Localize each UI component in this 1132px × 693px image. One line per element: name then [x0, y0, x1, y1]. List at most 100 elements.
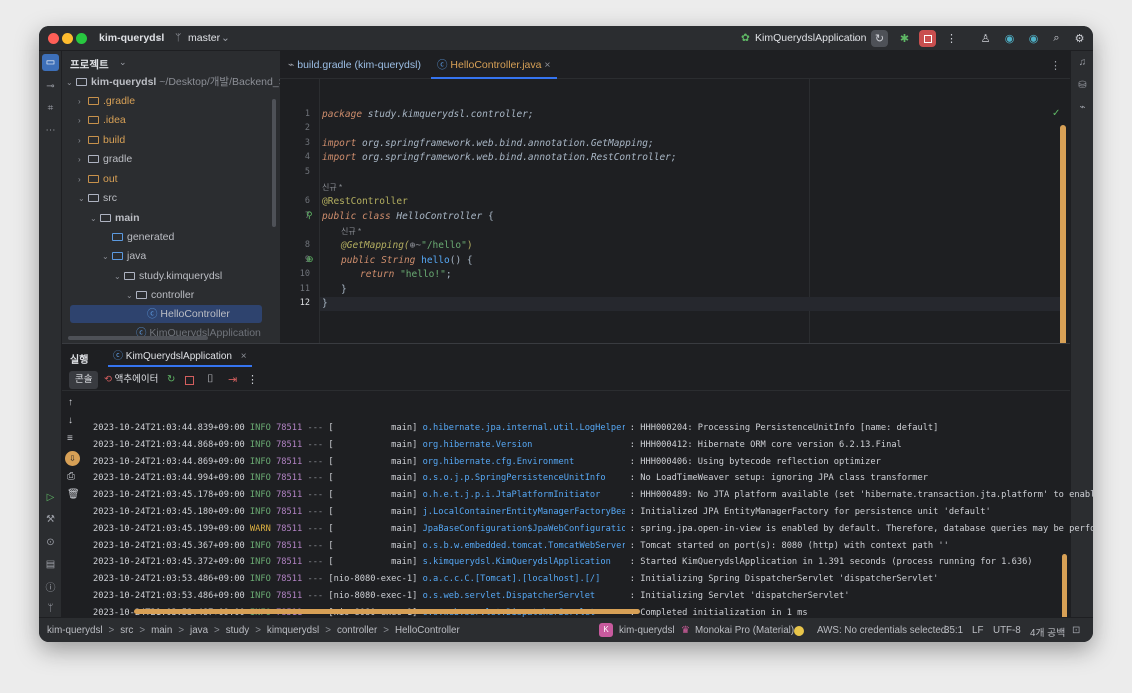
terminal-tool-icon[interactable]: ▤ — [43, 557, 58, 572]
log-line[interactable]: 2023-10-24T21:03:45.367+09:00 INFO 78511… — [93, 541, 949, 551]
breadcrumb-item[interactable]: kimquerydsl — [267, 625, 319, 636]
build-tool-icon[interactable]: ⚒ — [43, 512, 58, 527]
editor-scrollbar[interactable] — [1060, 125, 1066, 355]
services-tool-icon[interactable]: ⊙ — [43, 535, 58, 550]
tree-item-out[interactable]: › out — [78, 170, 118, 188]
close-tab-icon[interactable]: × — [544, 59, 550, 71]
breadcrumb-item[interactable]: HelloController — [395, 625, 460, 636]
tab-actuator[interactable]: ⟲ 액추에이터 — [104, 371, 158, 389]
camera-icon[interactable]: ⌷ — [207, 373, 214, 386]
close-tab-icon[interactable]: × — [241, 351, 247, 362]
more-tools-icon[interactable]: ⋯ — [43, 123, 58, 138]
notifications-icon[interactable]: ♫ — [1075, 55, 1090, 70]
chevron-down-icon[interactable]: ⌄ — [119, 57, 127, 68]
tree-item-src[interactable]: ⌄ src — [78, 189, 117, 207]
tab-hellocontroller[interactable]: ⓒ HelloController.java × — [431, 51, 557, 79]
breadcrumb-item[interactable]: kim-querydsl — [47, 625, 103, 636]
status-project[interactable]: kim-querydsl — [619, 625, 675, 636]
run-tool-icon[interactable]: ▷ — [43, 490, 58, 505]
rerun-icon[interactable]: ↻ — [167, 374, 175, 385]
maximize-window-button[interactable] — [76, 33, 87, 44]
more-icon[interactable]: ⋮ — [247, 373, 258, 386]
project-hscrollbar[interactable] — [68, 336, 208, 340]
log-line[interactable]: 2023-10-24T21:03:44.869+09:00 INFO 78511… — [93, 457, 881, 467]
endpoint-icon[interactable]: ⊕ — [306, 254, 314, 265]
code-line-11[interactable]: } — [341, 284, 347, 295]
print-icon[interactable]: ⎙ — [67, 471, 75, 482]
log-line[interactable]: 2023-10-24T21:03:44.994+09:00 INFO 78511… — [93, 473, 928, 483]
log-line[interactable]: 2023-10-24T21:03:45.199+09:00 WARN 78511… — [93, 524, 1093, 534]
scroll-up-icon[interactable]: ↑ — [68, 397, 73, 408]
rerun-icon[interactable]: ↻ — [871, 30, 888, 47]
log-line[interactable]: 2023-10-24T21:03:53.486+09:00 INFO 78511… — [93, 591, 849, 601]
tree-item-package[interactable]: ⌄ study.kimquerydsl — [114, 267, 222, 285]
log-line[interactable]: 2023-10-24T21:03:53.486+09:00 INFO 78511… — [93, 574, 938, 584]
code-line-8[interactable]: @GetMapping(⊕~"/hello") — [341, 240, 473, 251]
status-indent[interactable]: 4개 공백 — [1030, 625, 1065, 639]
trash-icon[interactable]: 🗑 — [67, 489, 80, 500]
log-line[interactable]: 2023-10-24T21:03:45.178+09:00 INFO 78511… — [93, 490, 1093, 500]
code-line-9[interactable]: public String hello() { — [341, 255, 473, 266]
tab-run-config[interactable]: ⓒ KimQuerydslApplication × — [108, 347, 252, 367]
bean-icon[interactable]: ⚲ — [306, 210, 313, 221]
code-line-7[interactable]: public class HelloController { — [322, 211, 494, 222]
code-line-1[interactable]: package study.kimquerydsl.controller; — [322, 109, 534, 120]
user-icon[interactable]: ♙ — [977, 30, 994, 47]
ai-assistant-icon[interactable]: ◉ — [1025, 30, 1042, 47]
inlay-hint[interactable]: 신규 * — [322, 182, 342, 193]
stop-icon[interactable] — [185, 376, 194, 385]
console-hscrollbar[interactable] — [134, 609, 640, 614]
tree-item-idea[interactable]: › .idea — [78, 111, 126, 129]
tree-item-root[interactable]: ⌄ kim-querydsl ~/Desktop/개발/Backend_Sp — [66, 73, 280, 91]
status-line-separator[interactable]: LF — [972, 625, 983, 636]
log-line[interactable]: 2023-10-24T21:03:45.372+09:00 INFO 78511… — [93, 557, 1033, 567]
commit-tool-icon[interactable]: ⊸ — [43, 79, 58, 94]
inlay-hint[interactable]: 신규 * — [341, 226, 361, 237]
status-encoding[interactable]: UTF-8 — [993, 625, 1021, 636]
minimize-window-button[interactable] — [62, 33, 73, 44]
lock-icon[interactable]: ⊡ — [1072, 625, 1080, 636]
run-config-selector[interactable]: KimQuerydslApplication — [755, 32, 866, 44]
more-icon[interactable]: ⋮ — [943, 30, 960, 47]
tree-item-hellocontroller[interactable]: ⓒ HelloController — [70, 305, 262, 323]
tree-item-generated[interactable]: generated — [112, 228, 174, 246]
code-line-4[interactable]: import org.springframework.web.bind.anno… — [322, 152, 677, 163]
code-line-6[interactable]: @RestController — [322, 196, 408, 207]
close-window-button[interactable] — [48, 33, 59, 44]
search-icon[interactable]: ⌕ — [1048, 30, 1065, 47]
gear-icon[interactable]: ⚙ — [1071, 30, 1088, 47]
log-line[interactable]: 2023-10-24T21:03:45.180+09:00 INFO 78511… — [93, 507, 991, 517]
plugin-icon[interactable]: ◉ — [1001, 30, 1018, 47]
log-line[interactable]: 2023-10-24T21:03:44.868+09:00 INFO 78511… — [93, 440, 902, 450]
git-tool-icon[interactable]: ᛘ — [43, 601, 58, 616]
more-icon[interactable]: ⋮ — [1050, 59, 1061, 72]
tree-item-main[interactable]: ⌄ main — [90, 209, 140, 227]
breadcrumb-item[interactable]: src — [120, 625, 133, 636]
tab-console[interactable]: 콘솔 — [69, 371, 99, 389]
breadcrumb-item[interactable]: main — [151, 625, 172, 636]
scroll-down-icon[interactable]: ↓ — [68, 415, 73, 426]
stop-icon[interactable] — [919, 30, 936, 47]
status-aws[interactable]: AWS: No credentials selected — [817, 625, 946, 636]
soft-wrap-icon[interactable]: ≡ — [67, 433, 73, 444]
breadcrumb-item[interactable]: study — [226, 625, 249, 636]
tab-build-gradle[interactable]: ⌁ build.gradle (kim-querydsl) — [282, 51, 427, 79]
structure-tool-icon[interactable]: ⌗ — [43, 101, 58, 116]
log-line[interactable]: 2023-10-24T21:03:44.839+09:00 INFO 78511… — [93, 423, 938, 433]
code-line-3[interactable]: import org.springframework.web.bind.anno… — [322, 138, 654, 149]
breadcrumb-item[interactable]: controller — [337, 625, 377, 636]
project-scrollbar[interactable] — [272, 99, 276, 227]
code-line-10[interactable]: return "hello!"; — [360, 269, 452, 280]
project-tool-icon[interactable]: ▭ — [42, 54, 59, 71]
status-position[interactable]: 35:1 — [944, 625, 963, 636]
breadcrumb-item[interactable]: java — [190, 625, 208, 636]
tree-item-gradle[interactable]: › gradle — [78, 150, 132, 168]
tree-item-java[interactable]: ⌄ java — [102, 247, 146, 265]
exit-icon[interactable]: ⇥ — [228, 373, 237, 386]
branch-selector[interactable]: master — [188, 32, 220, 44]
debug-icon[interactable]: ✱ — [896, 30, 913, 47]
status-theme[interactable]: Monokai Pro (Material) — [695, 625, 794, 636]
scroll-to-end-icon[interactable]: ⇩ — [65, 451, 80, 466]
tree-item-controller[interactable]: ⌄ controller — [126, 286, 194, 304]
tree-item-gradle-dir[interactable]: › .gradle — [78, 92, 135, 110]
